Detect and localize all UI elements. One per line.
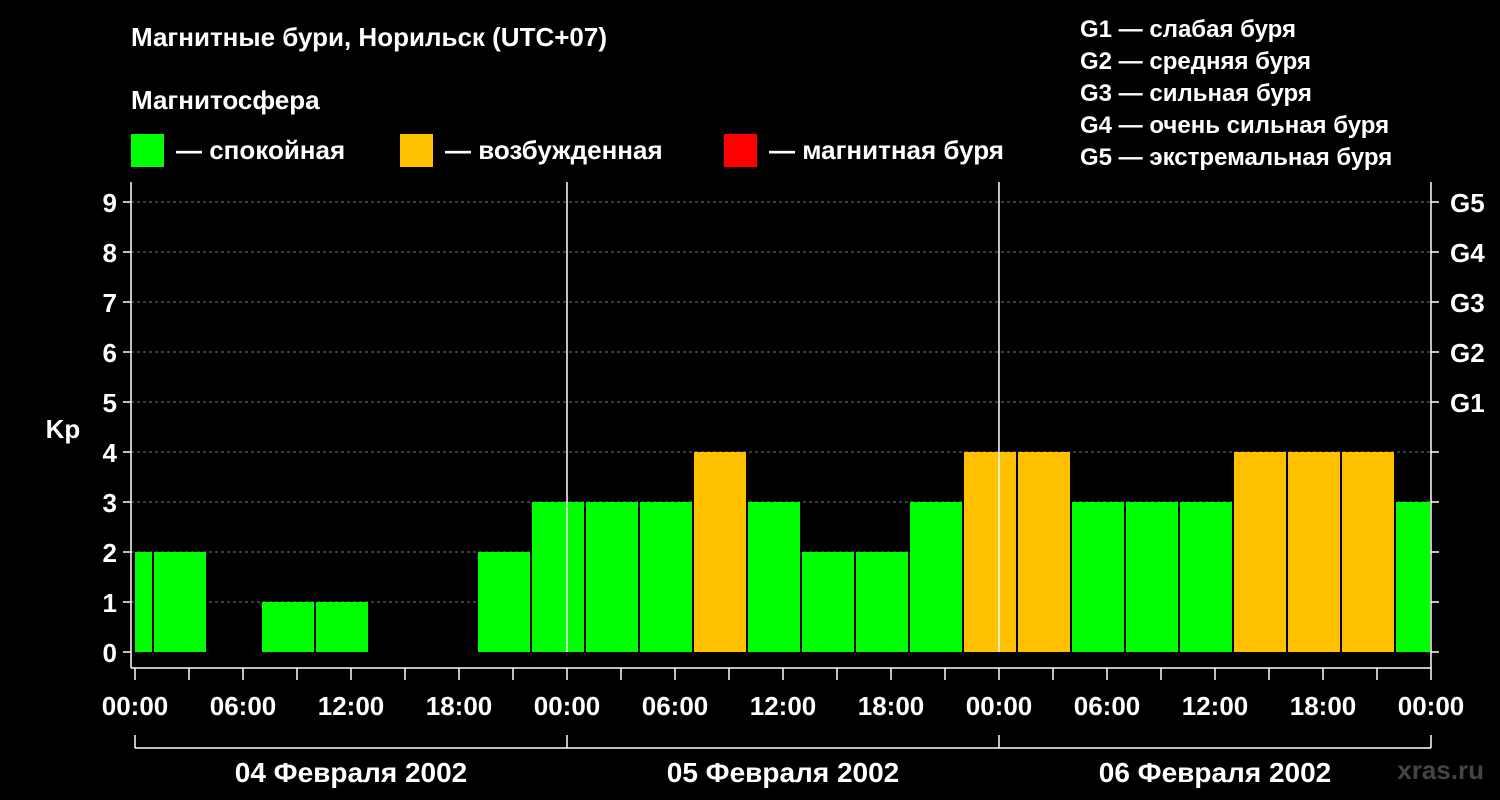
right-axis-label-g5: G5 — [1450, 188, 1485, 218]
bar-7 — [478, 552, 530, 652]
kp-bar-chart: 0 1 2 3 4 5 6 7 8 9 G1 G2 G3 G4 G5 Kp 00:00 06:00 12:00 18:… — [46, 182, 1485, 788]
bar-8 — [532, 502, 584, 652]
bar-15 — [910, 502, 962, 652]
x-tick-label-7: 18:00 — [858, 691, 925, 721]
bar-21 — [1234, 452, 1286, 652]
bar-13 — [802, 552, 854, 652]
x-tick-label-2: 12:00 — [318, 691, 385, 721]
right-axis-label-g3: G3 — [1450, 288, 1485, 318]
bar-9 — [586, 502, 638, 652]
x-tick-label-0: 00:00 — [102, 691, 169, 721]
y-tick-label-4: 4 — [103, 438, 118, 468]
bar-14 — [856, 552, 908, 652]
bar-12 — [748, 502, 800, 652]
watermark: xras.ru — [1397, 755, 1484, 785]
x-tick-label-3: 18:00 — [426, 691, 493, 721]
x-tick-label-5: 06:00 — [642, 691, 709, 721]
bar-22 — [1288, 452, 1340, 652]
x-tick-label-9: 06:00 — [1074, 691, 1141, 721]
x-tick-label-10: 12:00 — [1182, 691, 1249, 721]
y-tick-label-1: 1 — [103, 588, 117, 618]
y-tick-label-0: 0 — [103, 638, 117, 668]
day-label-0: 04 Февраля 2002 — [235, 757, 467, 788]
bar-10 — [640, 502, 692, 652]
right-axis-label-g2: G2 — [1450, 338, 1485, 368]
y-tick-label-2: 2 — [103, 538, 117, 568]
bar-4 — [316, 602, 368, 652]
bar-24 — [1396, 502, 1430, 652]
x-tick-label-6: 12:00 — [750, 691, 817, 721]
y-tick-label-9: 9 — [103, 188, 117, 218]
day-label-2: 06 Февраля 2002 — [1099, 757, 1331, 788]
y-tick-label-8: 8 — [103, 238, 117, 268]
bar-16 — [964, 452, 1016, 652]
day-label-1: 05 Февраля 2002 — [667, 757, 899, 788]
bar-0 — [135, 552, 152, 652]
x-tick-label-4: 00:00 — [534, 691, 601, 721]
x-tick-label-11: 18:00 — [1290, 691, 1357, 721]
right-axis-label-g1: G1 — [1450, 388, 1485, 418]
y-tick-label-5: 5 — [103, 388, 117, 418]
y-tick-label-3: 3 — [103, 488, 117, 518]
bar-1 — [154, 552, 206, 652]
y-tick-label-6: 6 — [103, 338, 117, 368]
bar-11 — [694, 452, 746, 652]
right-axis-label-g4: G4 — [1450, 238, 1485, 268]
y-tick-label-7: 7 — [103, 288, 117, 318]
bar-23 — [1342, 452, 1394, 652]
x-tick-label-8: 00:00 — [966, 691, 1033, 721]
bar-3 — [262, 602, 314, 652]
x-tick-label-12: 00:00 — [1398, 691, 1465, 721]
bar-19 — [1126, 502, 1178, 652]
x-tick-label-1: 06:00 — [210, 691, 277, 721]
bar-20 — [1180, 502, 1232, 652]
y-axis-label: Kp — [46, 414, 81, 444]
bar-17 — [1018, 452, 1070, 652]
bar-18 — [1072, 502, 1124, 652]
